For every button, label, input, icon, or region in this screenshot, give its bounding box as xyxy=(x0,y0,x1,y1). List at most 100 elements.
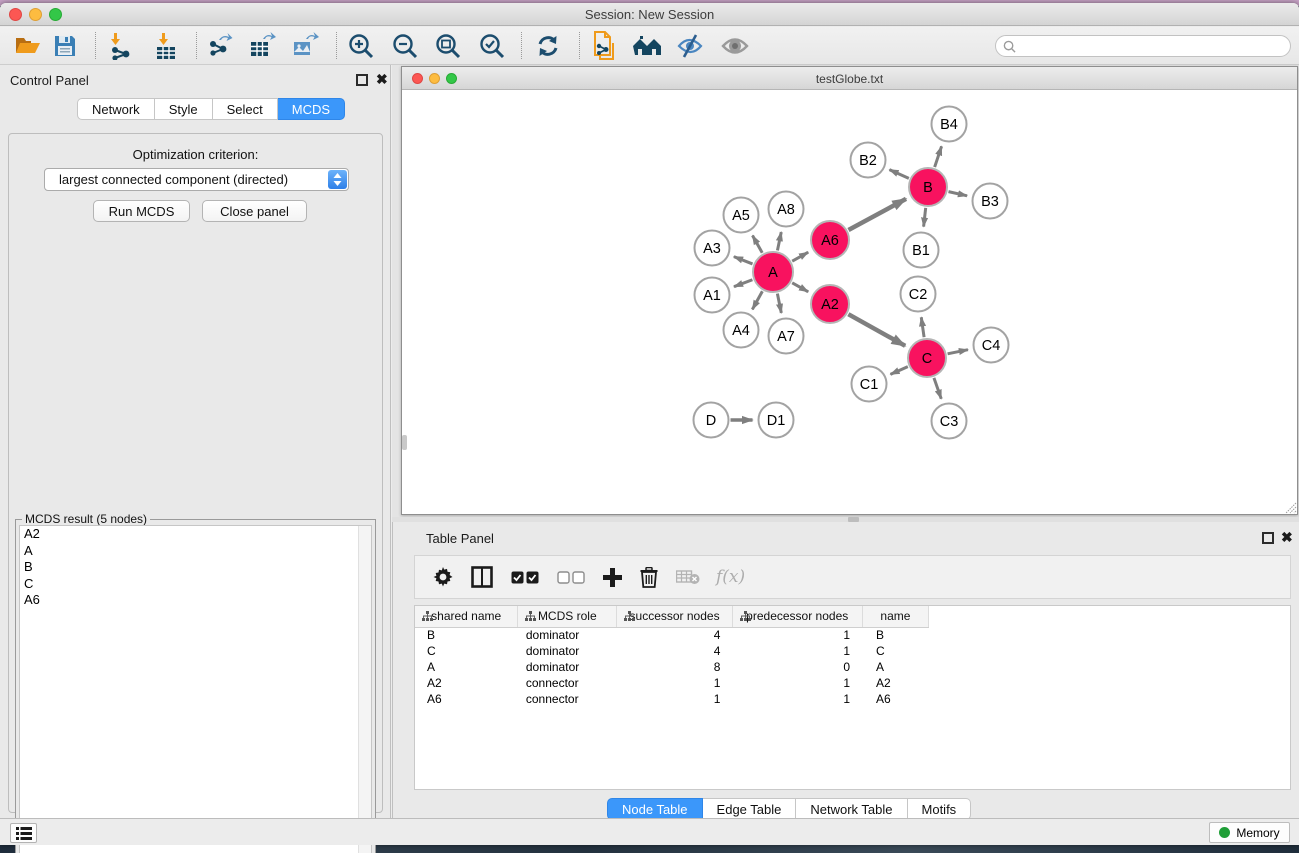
table-row[interactable]: Adominator80A xyxy=(415,659,1290,675)
graph-node-A7[interactable]: A7 xyxy=(769,319,804,354)
graph-edge-A-A3[interactable] xyxy=(734,257,753,264)
close-panel-icon[interactable]: ✖ xyxy=(376,71,388,88)
column-header-MCDS-role[interactable]: MCDS role xyxy=(518,606,617,627)
deselect-all-checkboxes-icon[interactable] xyxy=(557,571,585,584)
cell-name[interactable]: A6 xyxy=(862,691,929,707)
graph-node-C[interactable]: C xyxy=(908,339,946,377)
close-panel-button[interactable]: Close panel xyxy=(202,200,307,222)
graph-node-C4[interactable]: C4 xyxy=(974,328,1009,363)
graph-edge-C-C4[interactable] xyxy=(948,350,968,354)
graph-node-A5[interactable]: A5 xyxy=(724,198,759,233)
graph-edge-C-C3[interactable] xyxy=(934,378,941,399)
table-row[interactable]: Bdominator41B xyxy=(415,627,1290,643)
criterion-dropdown[interactable]: largest connected component (directed) xyxy=(44,168,349,191)
cell-successor-nodes[interactable]: 1 xyxy=(617,691,733,707)
graph-node-D[interactable]: D xyxy=(694,403,729,438)
cell-MCDS-role[interactable]: connector xyxy=(518,675,617,691)
close-table-panel-icon[interactable]: ✖ xyxy=(1281,529,1293,546)
table-row[interactable]: Cdominator41C xyxy=(415,643,1290,659)
tab-select[interactable]: Select xyxy=(213,98,278,120)
search-field[interactable] xyxy=(995,35,1291,57)
cell-predecessor-nodes[interactable]: 1 xyxy=(732,627,862,643)
export-network-icon[interactable] xyxy=(204,31,236,61)
cell-shared-name[interactable]: A xyxy=(415,659,518,675)
cell-shared-name[interactable]: C xyxy=(415,643,518,659)
hide-selected-icon[interactable] xyxy=(674,31,706,61)
graph-node-A8[interactable]: A8 xyxy=(769,192,804,227)
graph-edge-C-C1[interactable] xyxy=(890,367,907,375)
zoom-in-icon[interactable] xyxy=(345,31,377,61)
graph-edge-A-A8[interactable] xyxy=(777,232,781,250)
export-image-icon[interactable] xyxy=(289,31,321,61)
zoom-out-icon[interactable] xyxy=(389,31,421,61)
graph-node-A4[interactable]: A4 xyxy=(724,313,759,348)
table-row[interactable]: A2connector11A2 xyxy=(415,675,1290,691)
zoom-selected-icon[interactable] xyxy=(476,31,508,61)
cell-name[interactable]: C xyxy=(862,643,929,659)
tab-style[interactable]: Style xyxy=(155,98,213,120)
graph-edge-A-A2[interactable] xyxy=(792,283,808,292)
graph-edge-B-B2[interactable] xyxy=(889,170,908,179)
new-network-from-selection-icon[interactable] xyxy=(589,31,621,61)
export-table-icon[interactable] xyxy=(246,31,278,61)
graph-edge-B-B1[interactable] xyxy=(924,208,926,227)
delete-column-icon[interactable] xyxy=(640,567,658,588)
float-panel-icon[interactable] xyxy=(356,74,368,86)
first-neighbors-icon[interactable] xyxy=(632,31,664,61)
cell-shared-name[interactable]: A2 xyxy=(415,675,518,691)
graph-edge-A-A5[interactable] xyxy=(753,235,763,252)
tab-node-table[interactable]: Node Table xyxy=(607,798,703,820)
graph-node-C1[interactable]: C1 xyxy=(852,367,887,402)
graph-node-B1[interactable]: B1 xyxy=(904,233,939,268)
cell-successor-nodes[interactable]: 8 xyxy=(617,659,733,675)
graph-node-A6[interactable]: A6 xyxy=(811,221,849,259)
graph-node-B4[interactable]: B4 xyxy=(932,107,967,142)
import-network-icon[interactable] xyxy=(106,31,138,61)
graph-node-C3[interactable]: C3 xyxy=(932,404,967,439)
float-table-panel-icon[interactable] xyxy=(1262,532,1274,544)
show-all-icon[interactable] xyxy=(719,31,751,61)
cell-successor-nodes[interactable]: 1 xyxy=(617,675,733,691)
graph-edge-A-A6[interactable] xyxy=(792,252,808,261)
cell-predecessor-nodes[interactable]: 1 xyxy=(732,675,862,691)
function-builder-icon[interactable]: f(x) xyxy=(716,567,745,587)
task-history-button[interactable] xyxy=(10,823,37,843)
graph-edge-C-C2[interactable] xyxy=(921,317,924,337)
cell-predecessor-nodes[interactable]: 1 xyxy=(732,643,862,659)
mcds-result-list[interactable]: A2ABCA6 xyxy=(19,525,372,853)
network-canvas[interactable]: B4B2BB3A8A5A6A3B1AA1C2A2A4A7C4CC1DD1C3 xyxy=(402,90,1297,514)
graph-node-A[interactable]: A xyxy=(753,252,793,292)
cell-MCDS-role[interactable]: dominator xyxy=(518,627,617,643)
tab-network[interactable]: Network xyxy=(77,98,155,120)
refresh-icon[interactable] xyxy=(532,31,564,61)
cell-name[interactable]: B xyxy=(862,627,929,643)
graph-node-B[interactable]: B xyxy=(909,168,947,206)
graph-edge-A6-B[interactable] xyxy=(848,199,906,230)
graph-edge-A2-C[interactable] xyxy=(848,314,905,346)
tab-motifs[interactable]: Motifs xyxy=(908,798,972,820)
cell-MCDS-role[interactable]: connector xyxy=(518,691,617,707)
cell-name[interactable]: A xyxy=(862,659,929,675)
add-column-icon[interactable] xyxy=(603,568,622,587)
save-session-icon[interactable] xyxy=(49,31,81,61)
result-scrollbar[interactable] xyxy=(358,526,371,853)
show-column-icon[interactable] xyxy=(471,566,493,588)
cell-MCDS-role[interactable]: dominator xyxy=(518,659,617,675)
graph-edge-A-A4[interactable] xyxy=(752,291,762,309)
import-table-icon[interactable] xyxy=(151,31,183,61)
zoom-fit-icon[interactable] xyxy=(432,31,464,61)
cell-MCDS-role[interactable]: dominator xyxy=(518,643,617,659)
run-mcds-button[interactable]: Run MCDS xyxy=(93,200,190,222)
column-header-predecessor-nodes[interactable]: predecessor nodes xyxy=(732,606,862,627)
column-header-shared-name[interactable]: shared name xyxy=(415,606,518,627)
tab-edge-table[interactable]: Edge Table xyxy=(703,798,797,820)
graph-node-C2[interactable]: C2 xyxy=(901,277,936,312)
graph-node-A2[interactable]: A2 xyxy=(811,285,849,323)
graph-node-B2[interactable]: B2 xyxy=(851,143,886,178)
memory-button[interactable]: Memory xyxy=(1209,822,1290,843)
open-file-icon[interactable] xyxy=(12,31,44,61)
window-resize-grip[interactable] xyxy=(1284,501,1297,514)
graph-edge-A-A7[interactable] xyxy=(777,294,781,313)
graph-node-A3[interactable]: A3 xyxy=(695,231,730,266)
graph-edge-B-B3[interactable] xyxy=(948,192,967,196)
